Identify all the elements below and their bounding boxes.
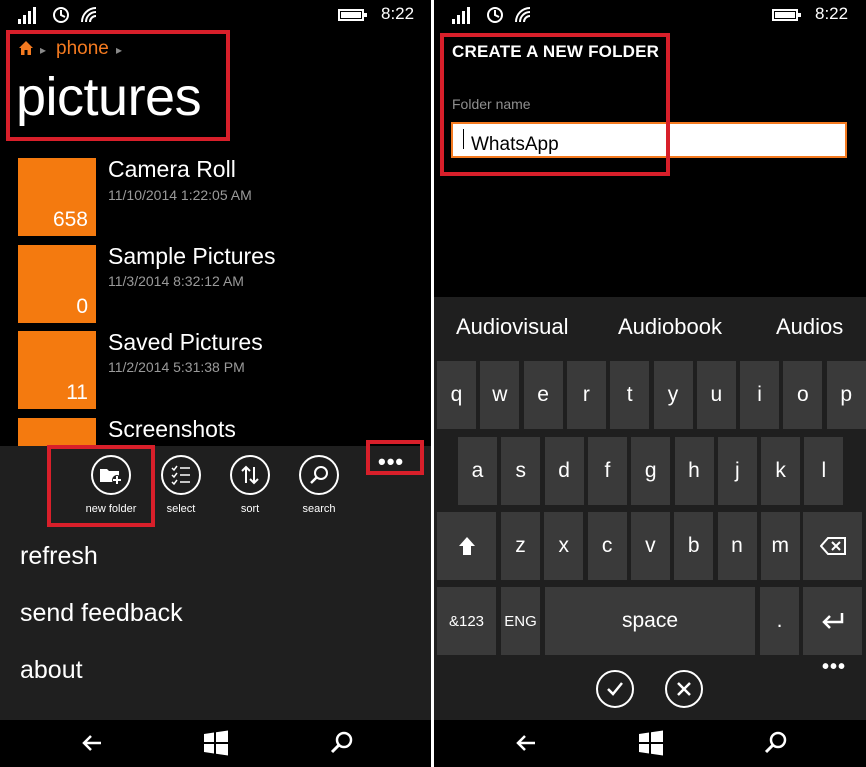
suggestion-item[interactable]: Audios xyxy=(776,314,843,340)
confirm-button[interactable] xyxy=(596,670,634,708)
back-icon[interactable] xyxy=(511,728,541,758)
key-m[interactable]: m xyxy=(760,512,800,580)
key-u[interactable]: u xyxy=(696,361,736,429)
backspace-key[interactable] xyxy=(803,512,862,580)
key-k[interactable]: k xyxy=(761,437,801,505)
key-v[interactable]: v xyxy=(630,512,670,580)
suggestion-item[interactable]: Audiobook xyxy=(618,314,722,340)
navigation-bar xyxy=(0,720,431,767)
folder-count: 11 xyxy=(66,381,88,404)
key-z[interactable]: z xyxy=(501,512,540,580)
search-button[interactable]: search xyxy=(284,455,354,515)
key-d[interactable]: d xyxy=(544,437,584,505)
highlight-box-dialog xyxy=(440,33,670,176)
key-i[interactable]: i xyxy=(740,361,780,429)
battery-icon xyxy=(338,9,367,21)
clock: 8:22 xyxy=(381,4,415,23)
clock: 8:22 xyxy=(815,4,849,23)
highlight-box-breadcrumb xyxy=(6,30,230,141)
folder-count: 658 xyxy=(52,208,88,231)
key-r[interactable]: r xyxy=(566,361,606,429)
select-list-icon xyxy=(171,465,190,486)
folder-tile[interactable] xyxy=(18,418,96,446)
sort-label: sort xyxy=(240,503,260,515)
key-j[interactable]: j xyxy=(717,437,757,505)
key-q[interactable]: q xyxy=(437,361,476,429)
sort-button[interactable]: sort xyxy=(215,455,285,515)
navigation-bar xyxy=(434,720,866,767)
folder-tile[interactable]: 658 xyxy=(18,158,96,236)
shift-icon xyxy=(458,537,475,555)
search-icon[interactable] xyxy=(761,728,791,758)
key-h[interactable]: h xyxy=(674,437,714,505)
shift-key[interactable] xyxy=(437,512,496,580)
key-p[interactable]: p xyxy=(826,361,866,429)
folder-date: 11/3/2014 8:32:12 AM xyxy=(108,273,244,289)
menu-item-send-feedback[interactable]: send feedback xyxy=(20,599,183,628)
folder-name[interactable]: Saved Pictures xyxy=(108,329,263,356)
signal-strength-icon xyxy=(452,6,476,24)
search-icon[interactable] xyxy=(327,728,357,758)
key-a[interactable]: a xyxy=(458,437,497,505)
period-key[interactable]: . xyxy=(760,587,799,655)
key-e[interactable]: e xyxy=(523,361,563,429)
backspace-icon xyxy=(819,537,846,555)
data-sync-icon xyxy=(53,7,69,23)
select-label: select xyxy=(166,503,196,515)
folder-name[interactable]: Sample Pictures xyxy=(108,243,275,270)
highlight-box-more xyxy=(366,440,424,475)
enter-icon xyxy=(821,613,843,629)
folder-tile[interactable]: 0 xyxy=(18,245,96,323)
key-n[interactable]: n xyxy=(717,512,757,580)
menu-item-about[interactable]: about xyxy=(20,656,83,685)
space-key[interactable]: space xyxy=(545,587,755,655)
suggestion-item[interactable]: Audiovisual xyxy=(456,314,569,340)
key-c[interactable]: c xyxy=(587,512,627,580)
menu-item-refresh[interactable]: refresh xyxy=(20,542,98,571)
key-x[interactable]: x xyxy=(544,512,584,580)
close-icon xyxy=(677,682,691,696)
keyboard-more-button[interactable]: ••• xyxy=(822,656,846,679)
back-icon[interactable] xyxy=(77,728,107,758)
windows-start-icon[interactable] xyxy=(201,728,231,758)
folder-tile[interactable]: 11 xyxy=(18,331,96,409)
key-g[interactable]: g xyxy=(631,437,671,505)
folder-name[interactable]: Screenshots xyxy=(108,416,236,443)
key-l[interactable]: l xyxy=(804,437,844,505)
key-w[interactable]: w xyxy=(480,361,520,429)
folder-date: 11/10/2014 1:22:05 AM xyxy=(108,187,252,203)
checkmark-icon xyxy=(607,682,623,696)
numbers-key[interactable]: &123 xyxy=(437,587,496,655)
status-bar: 8:22 xyxy=(0,0,431,30)
windows-start-icon[interactable] xyxy=(636,728,666,758)
wifi-icon xyxy=(81,7,97,23)
key-f[interactable]: f xyxy=(587,437,627,505)
search-icon xyxy=(310,466,328,484)
key-y[interactable]: y xyxy=(653,361,693,429)
key-t[interactable]: t xyxy=(610,361,650,429)
key-b[interactable]: b xyxy=(674,512,714,580)
sort-icon xyxy=(241,465,259,485)
select-button[interactable]: select xyxy=(146,455,216,515)
key-o[interactable]: o xyxy=(783,361,823,429)
cancel-button[interactable] xyxy=(665,670,703,708)
folder-name[interactable]: Camera Roll xyxy=(108,156,236,183)
highlight-box-new-folder xyxy=(47,445,155,527)
key-s[interactable]: s xyxy=(501,437,541,505)
folder-date: 11/2/2014 5:31:38 PM xyxy=(108,359,245,375)
signal-strength-icon xyxy=(18,6,42,24)
enter-key[interactable] xyxy=(803,587,862,655)
data-sync-icon xyxy=(487,7,503,23)
status-bar: 8:22 xyxy=(434,0,866,30)
search-label: search xyxy=(302,503,336,515)
folder-count: 0 xyxy=(76,295,88,318)
battery-icon xyxy=(772,9,801,21)
wifi-icon xyxy=(515,7,531,23)
language-key[interactable]: ENG xyxy=(501,587,540,655)
